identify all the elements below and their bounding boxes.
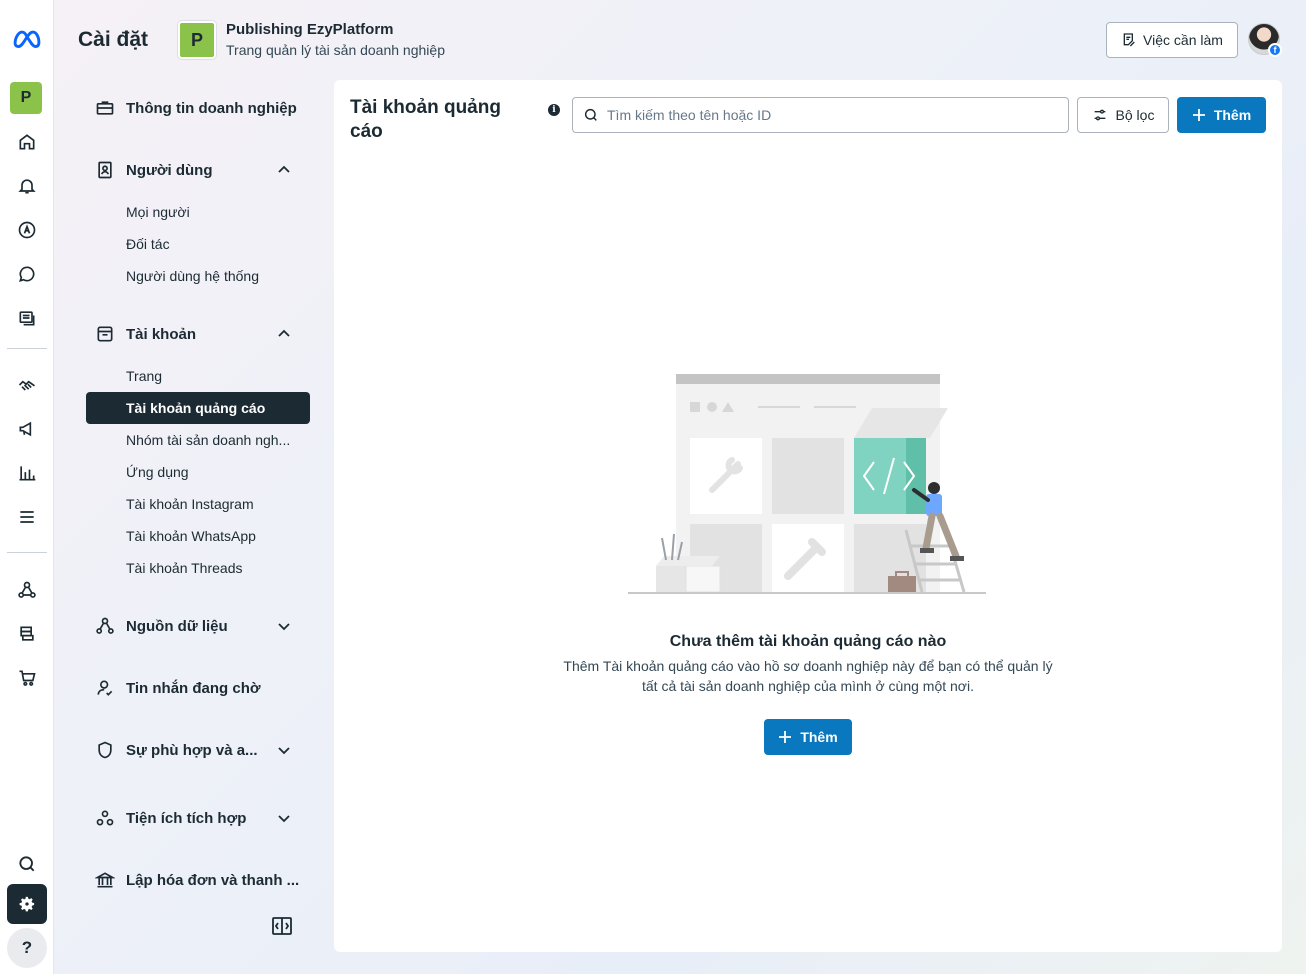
collapse-sidebar-icon[interactable]: [272, 917, 292, 935]
nav-pending-messages[interactable]: Tin nhắn đang chờ: [86, 668, 310, 708]
id-badge-icon: [94, 159, 116, 181]
empty-state-add-button[interactable]: Thêm: [764, 719, 852, 755]
meta-logo-icon[interactable]: [7, 18, 47, 58]
search-icon[interactable]: [7, 844, 47, 884]
settings-gear-icon[interactable]: [7, 884, 47, 924]
billing-stack-icon[interactable]: [7, 614, 47, 654]
cart-icon[interactable]: [7, 658, 47, 698]
rail-divider: [7, 552, 47, 553]
nav-billing-label: Lập hóa đơn và thanh ...: [126, 871, 300, 889]
nav-pending-messages-label: Tin nhắn đang chờ: [126, 679, 261, 697]
clipboard-pen-icon: [1123, 33, 1135, 47]
user-check-icon: [94, 677, 116, 699]
filter-label: Bộ lọc: [1115, 107, 1155, 123]
facebook-badge-icon: f: [1268, 43, 1282, 57]
nav-billing[interactable]: Lập hóa đơn và thanh ...: [86, 860, 310, 900]
nav-accounts-whatsapp[interactable]: Tài khoản WhatsApp: [86, 520, 310, 552]
nav-accounts-apps[interactable]: Ứng dụng: [86, 456, 310, 488]
nav-data-sources-label: Nguồn dữ liệu: [126, 617, 228, 635]
nav-business-info[interactable]: Thông tin doanh nghiệp: [86, 88, 310, 128]
nav-users-system[interactable]: Người dùng hệ thống: [86, 260, 310, 292]
search-input[interactable]: [607, 107, 1047, 123]
business-subtitle: Trang quản lý tài sản doanh nghiệp: [226, 42, 445, 58]
nav-business-info-label: Thông tin doanh nghiệp: [126, 99, 297, 117]
rail-business-avatar[interactable]: P: [10, 82, 42, 114]
nav-users-label: Người dùng: [126, 161, 213, 179]
chevron-down-icon[interactable]: [276, 810, 292, 826]
nav-data-sources[interactable]: Nguồn dữ liệu: [86, 606, 310, 646]
nav-accounts-ad-accounts[interactable]: Tài khoản quảng cáo: [86, 392, 310, 424]
page-title: Cài đặt: [78, 28, 149, 51]
nav-compliance[interactable]: Sự phù hợp và a...: [86, 730, 310, 770]
nav-integrations-label: Tiện ích tích hợp: [126, 809, 247, 827]
megaphone-icon[interactable]: [7, 409, 47, 449]
handshake-icon[interactable]: [7, 365, 47, 405]
filter-button[interactable]: Bộ lọc: [1077, 97, 1169, 133]
search-icon: [584, 108, 597, 121]
empty-state-title: Chưa thêm tài khoản quảng cáo nào: [669, 633, 947, 650]
rail-divider: [7, 348, 47, 349]
chat-icon[interactable]: [7, 254, 47, 294]
todo-label: Việc cần làm: [1143, 32, 1223, 48]
main-panel: Tài khoản quảng cáo i Bộ lọc Thêm: [334, 80, 1282, 952]
compass-icon[interactable]: [7, 210, 47, 250]
people-network-icon[interactable]: [7, 570, 47, 610]
panel-title: Tài khoản quảng cáo: [350, 97, 501, 142]
bar-chart-icon[interactable]: [7, 453, 47, 493]
business-avatar[interactable]: P: [178, 21, 216, 59]
menu-icon[interactable]: [7, 497, 47, 537]
help-button[interactable]: ?: [7, 928, 47, 968]
nav-accounts-pages[interactable]: Trang: [86, 360, 310, 392]
sliders-icon: [1094, 109, 1105, 121]
nav-accounts-threads[interactable]: Tài khoản Threads: [86, 552, 310, 584]
nav-accounts-asset-groups[interactable]: Nhóm tài sản doanh ngh...: [86, 424, 310, 456]
info-icon[interactable]: i: [548, 104, 560, 116]
todo-button[interactable]: Việc cần làm: [1106, 22, 1238, 58]
briefcase-icon: [94, 97, 116, 119]
nav-accounts-instagram[interactable]: Tài khoản Instagram: [86, 488, 310, 520]
chevron-up-icon[interactable]: [276, 326, 292, 342]
data-nodes-icon: [94, 615, 116, 637]
chevron-down-icon[interactable]: [276, 742, 292, 758]
empty-state-illustration: [628, 374, 986, 594]
nav-accounts[interactable]: Tài khoản: [86, 314, 310, 354]
nav-users-partners[interactable]: Đối tác: [86, 228, 310, 260]
bell-icon[interactable]: [7, 166, 47, 206]
search-box[interactable]: [572, 97, 1069, 133]
nav-accounts-label: Tài khoản: [126, 325, 197, 343]
empty-state-description: Thêm Tài khoản quảng cáo vào hồ sơ doanh…: [563, 658, 1053, 694]
archive-box-icon: [94, 323, 116, 345]
plus-icon: [779, 731, 792, 743]
chevron-up-icon[interactable]: [276, 162, 292, 178]
nav-users-everyone[interactable]: Mọi người: [86, 196, 310, 228]
empty-state-add-label: Thêm: [800, 729, 838, 745]
plus-icon: [1192, 109, 1205, 121]
business-name[interactable]: Publishing EzyPlatform: [226, 21, 394, 38]
content-icon[interactable]: [7, 298, 47, 338]
add-button[interactable]: Thêm: [1177, 97, 1266, 133]
add-label: Thêm: [1213, 107, 1252, 123]
nav-users[interactable]: Người dùng: [86, 150, 310, 190]
shield-icon: [94, 739, 116, 761]
chevron-down-icon[interactable]: [276, 618, 292, 634]
bank-icon: [94, 869, 116, 891]
left-rail: P ?: [0, 0, 54, 974]
nav-compliance-label: Sự phù hợp và a...: [126, 741, 258, 759]
home-icon[interactable]: [7, 122, 47, 162]
nav-integrations[interactable]: Tiện ích tích hợp: [86, 798, 310, 838]
integrations-icon: [94, 807, 116, 829]
